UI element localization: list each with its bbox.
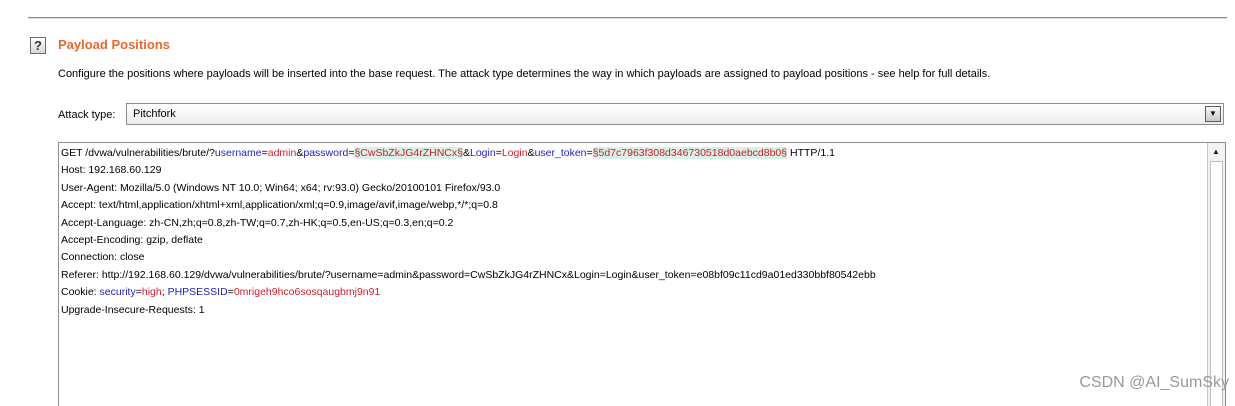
ampersand: & [462,147,470,159]
header-host: Host: 192.168.60.129 [61,164,162,177]
param-name: username [214,147,262,159]
param-value: Login [501,147,528,159]
request-line-suffix: HTTP/1.1 [787,147,835,159]
scroll-up-arrow-icon[interactable]: ▲ [1209,145,1223,158]
attack-type-value: Pitchfork [133,108,176,120]
header-accept-encoding: Accept-Encoding: gzip, deflate [61,233,203,246]
param-name: Login [470,147,496,159]
cookie-value: high [141,286,162,299]
watermark: CSDN @AI_SumSky [1079,374,1229,391]
help-icon[interactable]: ? [30,37,46,54]
cookie-prefix: Cookie: [61,286,100,299]
ampersand: & [527,147,535,159]
header-referer: Referer: http://192.168.60.129/dvwa/vuln… [61,268,876,281]
request-editor[interactable]: GET /dvwa/vulnerabilities/brute/?usernam… [58,142,1226,406]
attack-type-select[interactable]: Pitchfork ▼ [126,103,1224,125]
attack-type-label: Attack type: [58,109,116,121]
param-value: admin [267,147,297,159]
top-divider [28,17,1227,19]
request-line: GET /dvwa/vulnerabilities/brute/?usernam… [61,145,1205,162]
header-upgrade-insecure-requests: Upgrade-Insecure-Requests: 1 [61,303,205,316]
dropdown-arrow-icon[interactable]: ▼ [1205,106,1221,122]
section-title: Payload Positions [58,37,170,52]
scroll-thumb[interactable] [1210,161,1223,406]
equals: = [586,147,593,159]
param-name: password [303,147,349,159]
header-user-agent: User-Agent: Mozilla/5.0 (Windows NT 10.0… [61,181,501,194]
param-name: user_token [534,147,587,159]
request-text[interactable]: GET /dvwa/vulnerabilities/brute/?usernam… [61,145,1205,319]
payload-position-token[interactable]: §5d7c7963f308d346730518d0aebcd8b0§ [592,147,788,159]
request-line-prefix: GET /dvwa/vulnerabilities/brute/? [61,147,215,159]
header-accept-language: Accept-Language: zh-CN,zh;q=0.8,zh-TW;q=… [61,216,454,229]
section-description: Configure the positions where payloads w… [58,68,991,80]
cookie-name: security [99,286,136,299]
cookie-name: PHPSESSID [167,286,228,299]
header-connection: Connection: close [61,251,145,264]
header-cookie: Cookie: security=high; PHPSESSID=0mrigeh… [61,284,1205,301]
header-accept: Accept: text/html,application/xhtml+xml,… [61,199,498,212]
editor-scrollbar[interactable]: ▲ [1207,143,1225,406]
cookie-value: 0mrigeh9hco6sosqaugbmj9n91 [233,286,381,299]
payload-position-password[interactable]: §CwSbZkJG4rZHNCx§ [354,147,463,159]
